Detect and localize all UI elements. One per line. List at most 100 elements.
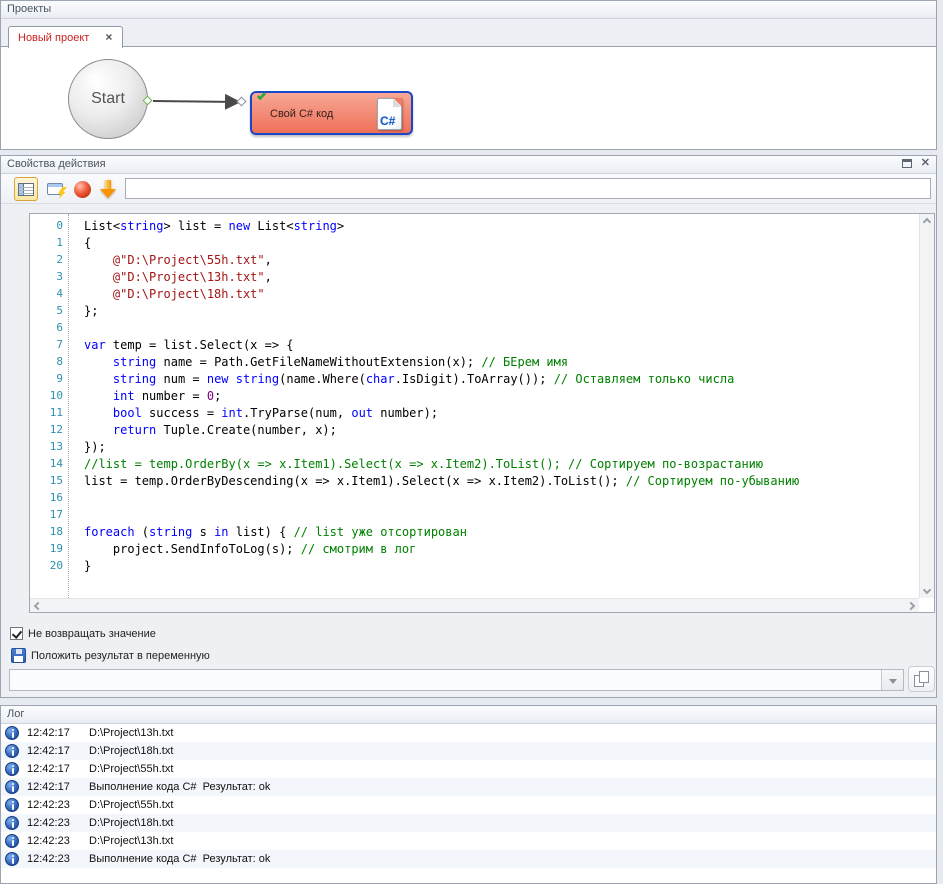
window-action-button[interactable]: [43, 177, 67, 201]
code-line[interactable]: [84, 508, 919, 525]
log-time: 12:42:17: [27, 724, 70, 742]
line-number: 20: [30, 559, 68, 576]
log-row[interactable]: 12:42:17 D:\Project\13h.txt: [1, 724, 936, 742]
code-line[interactable]: List<string> list = new List<string>: [84, 219, 919, 236]
log-time: 12:42:17: [27, 742, 70, 760]
editor-code[interactable]: List<string> list = new List<string>{ @"…: [68, 214, 919, 598]
properties-panel-title: Свойства действия: [7, 158, 106, 170]
tab-label: Новый проект: [18, 32, 89, 44]
log-row[interactable]: 12:42:17 D:\Project\55h.txt: [1, 760, 936, 778]
log-time: 12:42:17: [27, 760, 70, 778]
variable-combobox: [9, 669, 904, 691]
code-line[interactable]: {: [84, 236, 919, 253]
tab-new-project[interactable]: Новый проект ×: [8, 26, 123, 48]
horizontal-scrollbar[interactable]: [30, 598, 919, 612]
code-line[interactable]: @"D:\Project\18h.txt": [84, 287, 919, 304]
code-line[interactable]: [84, 491, 919, 508]
store-result-label: Положить результат в переменную: [31, 649, 210, 663]
code-line[interactable]: var temp = list.Select(x => {: [84, 338, 919, 355]
project-tabstrip: Новый проект ×: [1, 19, 936, 47]
log-panel-title: Лог: [7, 708, 24, 720]
arrow-down-icon: [100, 179, 116, 199]
csharp-action-block[interactable]: Свой C# код C#: [250, 91, 413, 135]
scroll-left-icon[interactable]: [34, 602, 42, 610]
line-number: 16: [30, 491, 68, 508]
code-line[interactable]: project.SendInfoToLog(s); // смотрим в л…: [84, 542, 919, 559]
log-entries: 12:42:17 D:\Project\13h.txt 12:42:17 D:\Pro…: [1, 724, 936, 883]
log-message: Выполнение кода C# Результат: ok: [89, 778, 270, 796]
tab-close-icon[interactable]: ×: [105, 27, 112, 48]
code-line[interactable]: });: [84, 440, 919, 457]
line-number: 19: [30, 542, 68, 559]
csharp-file-icon: C#: [377, 98, 402, 130]
line-number: 6: [30, 321, 68, 338]
log-time: 12:42:23: [27, 814, 70, 832]
code-line[interactable]: [84, 321, 919, 338]
close-icon[interactable]: ✕: [921, 158, 930, 169]
line-number: 8: [30, 355, 68, 372]
maximize-icon[interactable]: [902, 159, 912, 168]
scroll-up-icon[interactable]: [923, 218, 931, 226]
line-number: 14: [30, 457, 68, 474]
start-node-label: Start: [91, 90, 125, 107]
projects-panel-header: Проекты: [1, 1, 936, 19]
line-number: 5: [30, 304, 68, 321]
log-message: D:\Project\55h.txt: [89, 760, 173, 778]
properties-toolbar: [1, 174, 936, 204]
code-line[interactable]: list = temp.OrderByDescending(x => x.Ite…: [84, 474, 919, 491]
log-row[interactable]: 12:42:23D:\Project\18h.txt: [1, 814, 936, 832]
copy-button[interactable]: [908, 666, 935, 692]
log-time: 12:42:17: [27, 778, 70, 796]
code-line[interactable]: foreach (string s in list) { // list уже…: [84, 525, 919, 542]
properties-grid-button[interactable]: [14, 177, 38, 201]
line-number: 0: [30, 219, 68, 236]
log-message: D:\Project\18h.txt: [89, 742, 173, 760]
scroll-down-icon[interactable]: [923, 586, 931, 594]
code-line[interactable]: string name = Path.GetFileNameWithoutExt…: [84, 355, 919, 372]
code-line[interactable]: @"D:\Project\13h.txt",: [84, 270, 919, 287]
code-line[interactable]: return Tuple.Create(number, x);: [84, 423, 919, 440]
log-message: D:\Project\13h.txt: [89, 832, 173, 850]
code-editor-content[interactable]: 01234567891011121314151617181920 List<st…: [30, 214, 919, 598]
vertical-scrollbar[interactable]: [919, 214, 934, 598]
scroll-right-icon[interactable]: [907, 602, 915, 610]
block-input-port[interactable]: [237, 97, 247, 107]
log-time: 12:42:23: [27, 796, 70, 814]
code-line[interactable]: //list = temp.OrderBy(x => x.Item1).Sele…: [84, 457, 919, 474]
line-number: 18: [30, 525, 68, 542]
csharp-icon-text: C#: [380, 114, 395, 128]
code-line[interactable]: };: [84, 304, 919, 321]
code-line[interactable]: }: [84, 559, 919, 576]
code-line[interactable]: int number = 0;: [84, 389, 919, 406]
log-row[interactable]: 12:42:23D:\Project\55h.txt: [1, 796, 936, 814]
properties-search-input[interactable]: [125, 178, 931, 199]
line-number: 4: [30, 287, 68, 304]
line-number: 15: [30, 474, 68, 491]
code-line[interactable]: @"D:\Project\55h.txt",: [84, 253, 919, 270]
start-node[interactable]: Start: [68, 59, 148, 139]
code-editor[interactable]: 01234567891011121314151617181920 List<st…: [29, 213, 935, 613]
no-return-checkbox[interactable]: [10, 627, 23, 640]
flow-canvas[interactable]: Start Свой C# код C#: [1, 46, 936, 149]
info-icon: [5, 726, 19, 740]
save-to-variable-icon: [11, 648, 26, 663]
log-message: D:\Project\13h.txt: [89, 724, 173, 742]
log-row[interactable]: 12:42:23 D:\Project\13h.txt: [1, 832, 936, 850]
properties-grid-icon: [18, 183, 34, 196]
log-time: 12:42:23: [27, 832, 70, 850]
log-row[interactable]: 12:42:17 D:\Project\18h.txt: [1, 742, 936, 760]
info-icon: [5, 744, 19, 758]
line-number: 9: [30, 372, 68, 389]
log-panel: Лог 12:42:17 D:\Project\13h.txt 12:42:17 D:…: [0, 705, 937, 884]
record-button[interactable]: [70, 177, 94, 201]
no-return-label: Не возвращать значение: [28, 627, 156, 641]
log-row[interactable]: 12:42:17 Выполнение кода C# Результат: ok: [1, 778, 936, 796]
arrow-down-button[interactable]: [96, 177, 120, 201]
projects-panel: Проекты Новый проект × Start: [0, 0, 937, 150]
log-row[interactable]: 12:42:23Выполнение кода C# Результат: ok: [1, 850, 936, 868]
action-block-label: Свой C# код: [270, 108, 333, 120]
line-number: 13: [30, 440, 68, 457]
info-icon: [5, 780, 19, 794]
code-line[interactable]: string num = new string(name.Where(char.…: [84, 372, 919, 389]
code-line[interactable]: bool success = int.TryParse(num, out num…: [84, 406, 919, 423]
